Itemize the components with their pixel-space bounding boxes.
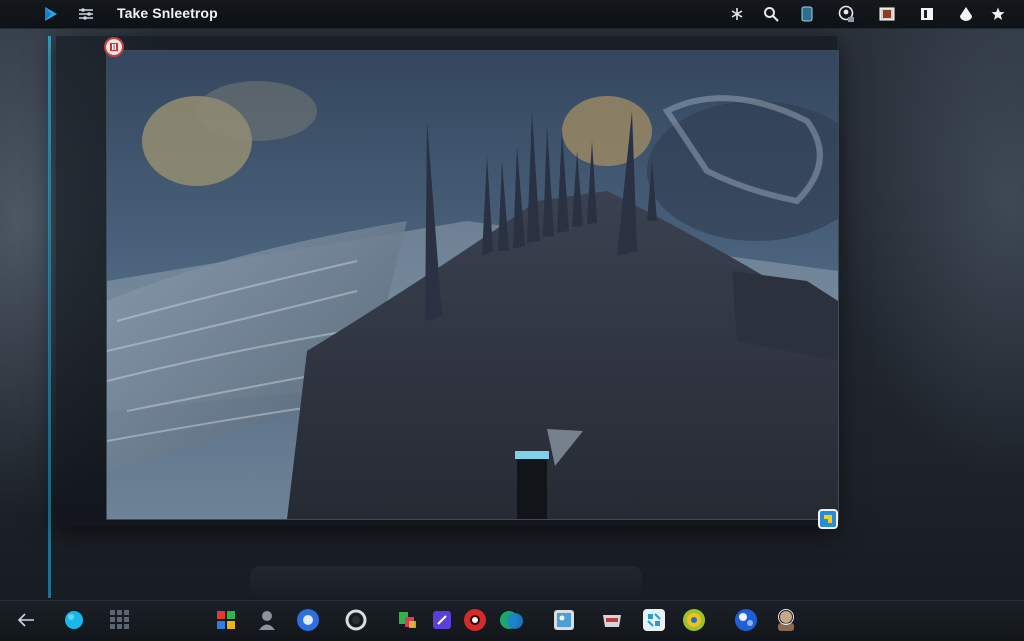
app-title: Take Snleetrop: [117, 5, 218, 21]
panel-icon[interactable]: [917, 4, 937, 24]
user-avatar-icon[interactable]: [772, 606, 800, 634]
back-arrow-icon[interactable]: [12, 606, 40, 634]
taskbar-glow: [250, 566, 642, 602]
sliders-icon[interactable]: [76, 4, 96, 24]
drop-icon[interactable]: [956, 4, 976, 24]
window-accent-strip: [48, 36, 51, 598]
windows-tiles-icon[interactable]: [212, 606, 240, 634]
device-icon[interactable]: [797, 4, 817, 24]
ring-app-icon[interactable]: [342, 606, 370, 634]
star-icon[interactable]: [988, 4, 1008, 24]
play-logo-icon[interactable]: [40, 4, 60, 24]
photo-icon[interactable]: [877, 4, 897, 24]
purple-app-icon[interactable]: [428, 606, 456, 634]
capture-canvas[interactable]: [106, 50, 839, 520]
person-icon[interactable]: [253, 606, 281, 634]
red-record-icon[interactable]: [461, 606, 489, 634]
app-grid-icon[interactable]: [106, 606, 134, 634]
asterisk-icon[interactable]: [727, 4, 747, 24]
shapes-app-icon[interactable]: [394, 606, 422, 634]
search-icon[interactable]: [761, 4, 781, 24]
cyan-orb-icon[interactable]: [60, 606, 88, 634]
blue-circle-app-icon[interactable]: [294, 606, 322, 634]
blue-dots-app-icon[interactable]: [732, 606, 760, 634]
yellow-green-app-icon[interactable]: [680, 606, 708, 634]
image-editor-icon[interactable]: [550, 606, 578, 634]
top-bar: Take Snleetrop: [0, 0, 1024, 29]
puzzle-app-icon[interactable]: [640, 606, 668, 634]
green-blue-app-icon[interactable]: [498, 606, 526, 634]
tray-app-icon[interactable]: [598, 606, 626, 634]
bottom-right-handle-icon[interactable]: [818, 509, 838, 529]
account-circle-icon[interactable]: [836, 4, 856, 24]
top-left-handle-icon[interactable]: [104, 37, 124, 57]
fantasy-landscape-image: [107, 51, 838, 519]
